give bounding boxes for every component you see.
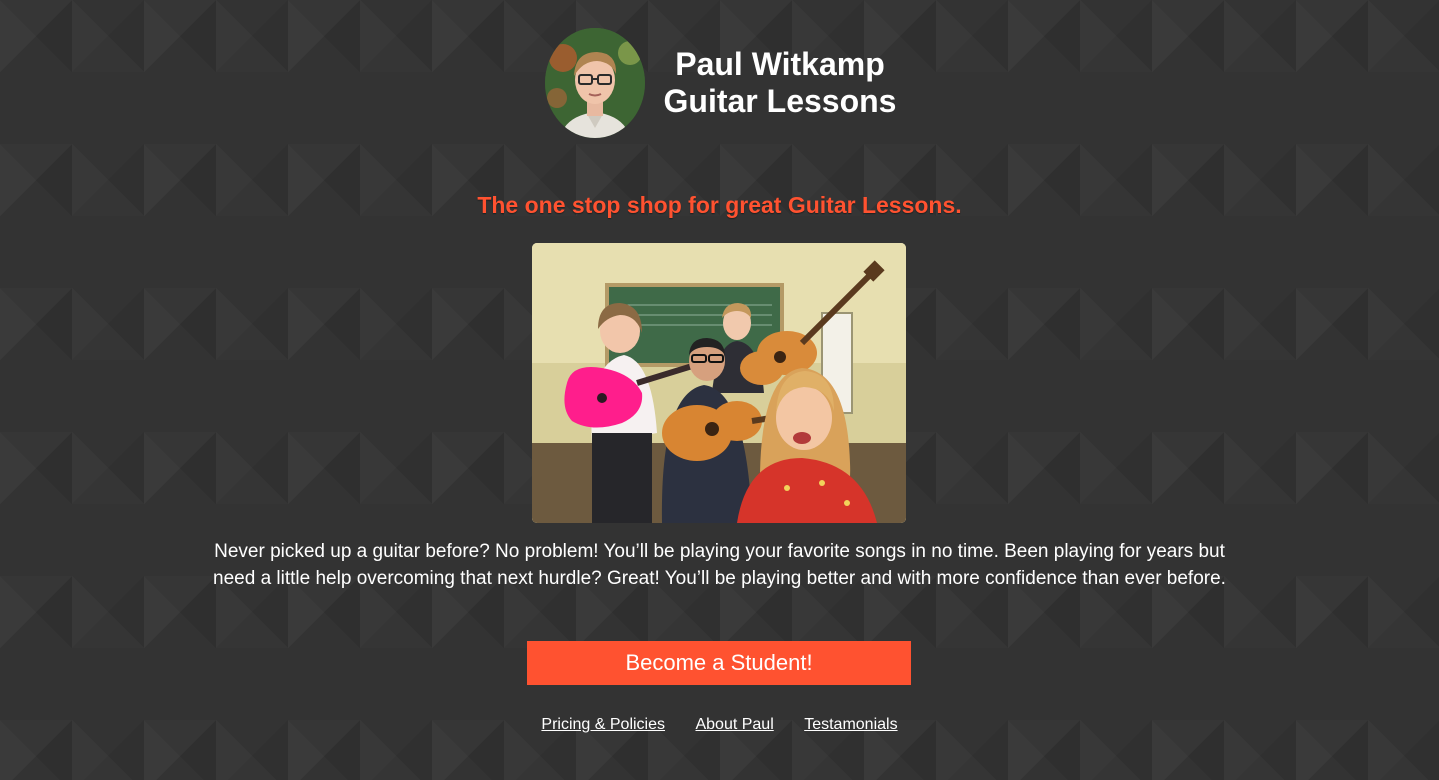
avatar	[545, 28, 645, 138]
intro-description: Never picked up a guitar before? No prob…	[213, 541, 1226, 589]
pricing-policies-link[interactable]: Pricing & Policies	[541, 716, 665, 733]
site-title-line2: Guitar Lessons	[663, 83, 897, 119]
testimonials-link[interactable]: Testamonials	[804, 716, 897, 733]
avatar-portrait	[545, 28, 645, 138]
hero-photo	[532, 243, 906, 523]
about-paul-link[interactable]: About Paul	[695, 716, 773, 733]
site-header: Paul Witkamp Guitar Lessons	[545, 28, 905, 138]
site-title: Paul Witkamp Guitar Lessons	[655, 46, 905, 120]
tagline: The one stop shop for great Guitar Lesso…	[477, 192, 962, 218]
hero-photo-illustration	[532, 243, 906, 523]
become-student-button[interactable]: Become a Student!	[527, 641, 911, 685]
footer-nav: Pricing & Policies About Paul Testamonia…	[0, 714, 1439, 736]
site-title-line1: Paul Witkamp	[675, 46, 885, 82]
